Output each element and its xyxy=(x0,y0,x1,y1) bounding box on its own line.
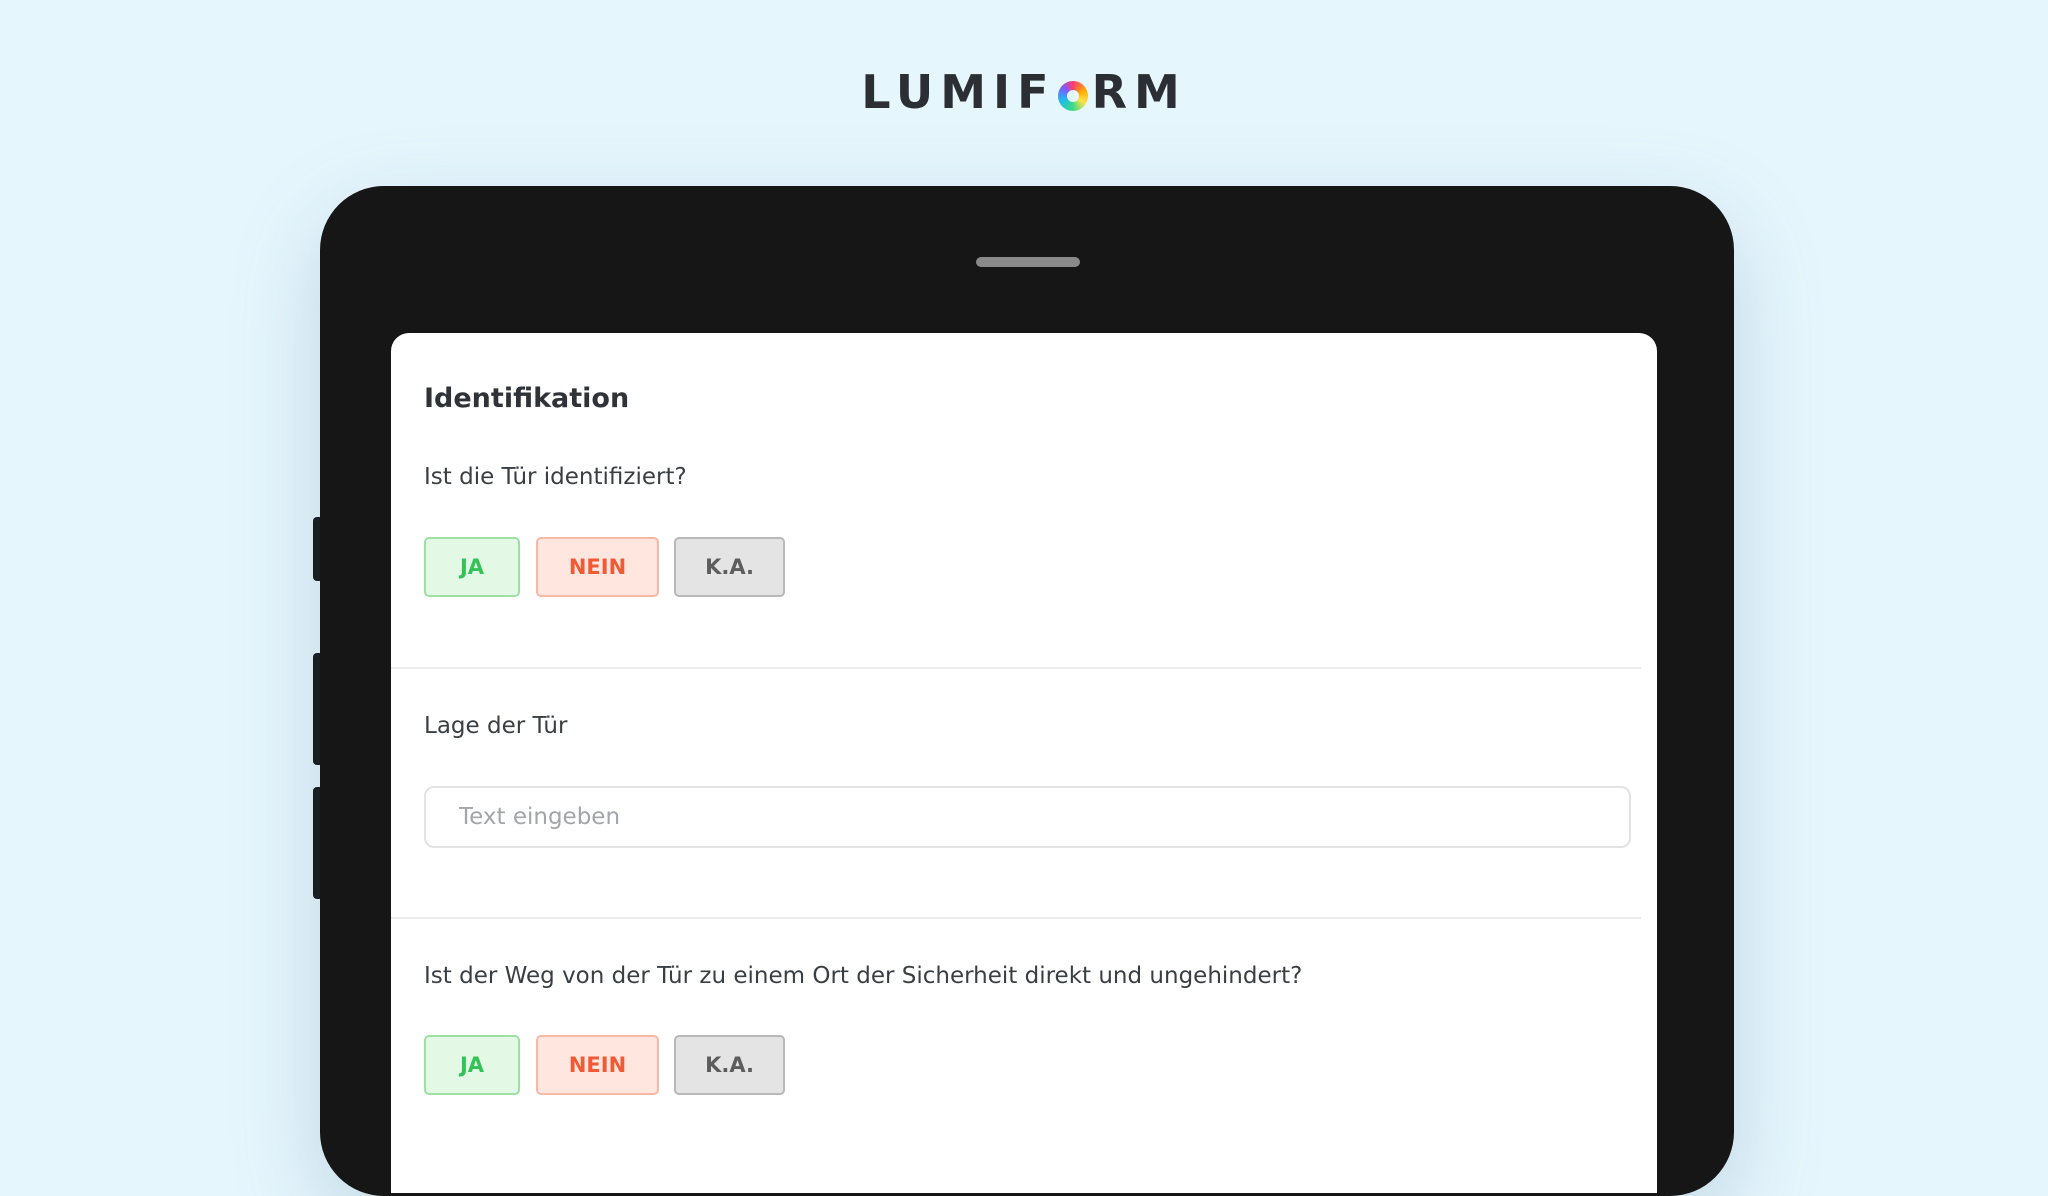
color-ring-icon xyxy=(1057,81,1088,111)
lumiform-logo: LUMIF RM xyxy=(0,66,2048,118)
question-door-identified: Ist die Tür identifiziert? xyxy=(424,464,687,490)
escape-route-no-button[interactable]: NEIN xyxy=(536,1035,659,1095)
escape-route-yes-button[interactable]: JA xyxy=(424,1035,520,1095)
logo-text-end: RM xyxy=(1091,65,1187,119)
logo-text-start: LUMIF xyxy=(861,65,1056,119)
door-location-input[interactable] xyxy=(424,786,1631,848)
door-identified-no-button[interactable]: NEIN xyxy=(536,537,659,597)
door-identified-yes-button[interactable]: JA xyxy=(424,537,520,597)
tablet-speaker-grille xyxy=(976,257,1080,267)
question-door-location: Lage der Tür xyxy=(424,713,568,739)
question-escape-route: Ist der Weg von der Tür zu einem Ort der… xyxy=(424,963,1303,989)
escape-route-na-button[interactable]: K.A. xyxy=(674,1035,785,1095)
section-title: Identifikation xyxy=(424,383,630,414)
section-divider xyxy=(391,667,1641,669)
door-identified-na-button[interactable]: K.A. xyxy=(674,537,785,597)
section-divider xyxy=(391,917,1641,919)
form-screen: Identifikation Ist die Tür identifiziert… xyxy=(391,333,1657,1193)
